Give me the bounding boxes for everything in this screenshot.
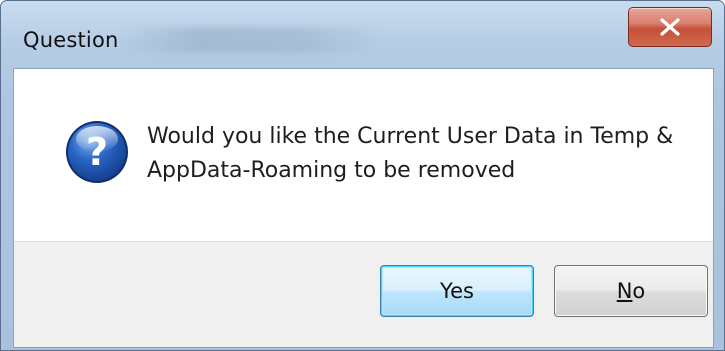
yes-button-label: Yes — [440, 279, 474, 303]
question-icon: ? — [66, 121, 128, 183]
dialog-window: Question ? Would you like the Current Us… — [0, 0, 725, 351]
message-line-2: AppData-Roaming to be removed — [147, 158, 516, 183]
dialog-client-area: ? Would you like the Current User Data i… — [13, 68, 714, 348]
window-title: Question — [23, 28, 119, 52]
yes-button[interactable]: Yes — [380, 265, 534, 317]
title-bar-blur — [121, 27, 381, 53]
dialog-message: Would you like the Current User Data in … — [147, 120, 687, 188]
no-button-label: No — [617, 279, 646, 303]
svg-text:?: ? — [86, 130, 108, 174]
message-line-1: Would you like the Current User Data in … — [147, 124, 674, 149]
close-icon — [660, 18, 680, 36]
no-button[interactable]: No — [554, 265, 708, 317]
no-button-label-rest: o — [632, 279, 646, 303]
title-bar[interactable]: Question — [1, 1, 724, 71]
no-button-mnemonic: N — [616, 279, 633, 303]
button-bar: Yes No — [14, 241, 713, 347]
close-button[interactable] — [628, 7, 712, 47]
message-area: ? Would you like the Current User Data i… — [14, 69, 713, 241]
